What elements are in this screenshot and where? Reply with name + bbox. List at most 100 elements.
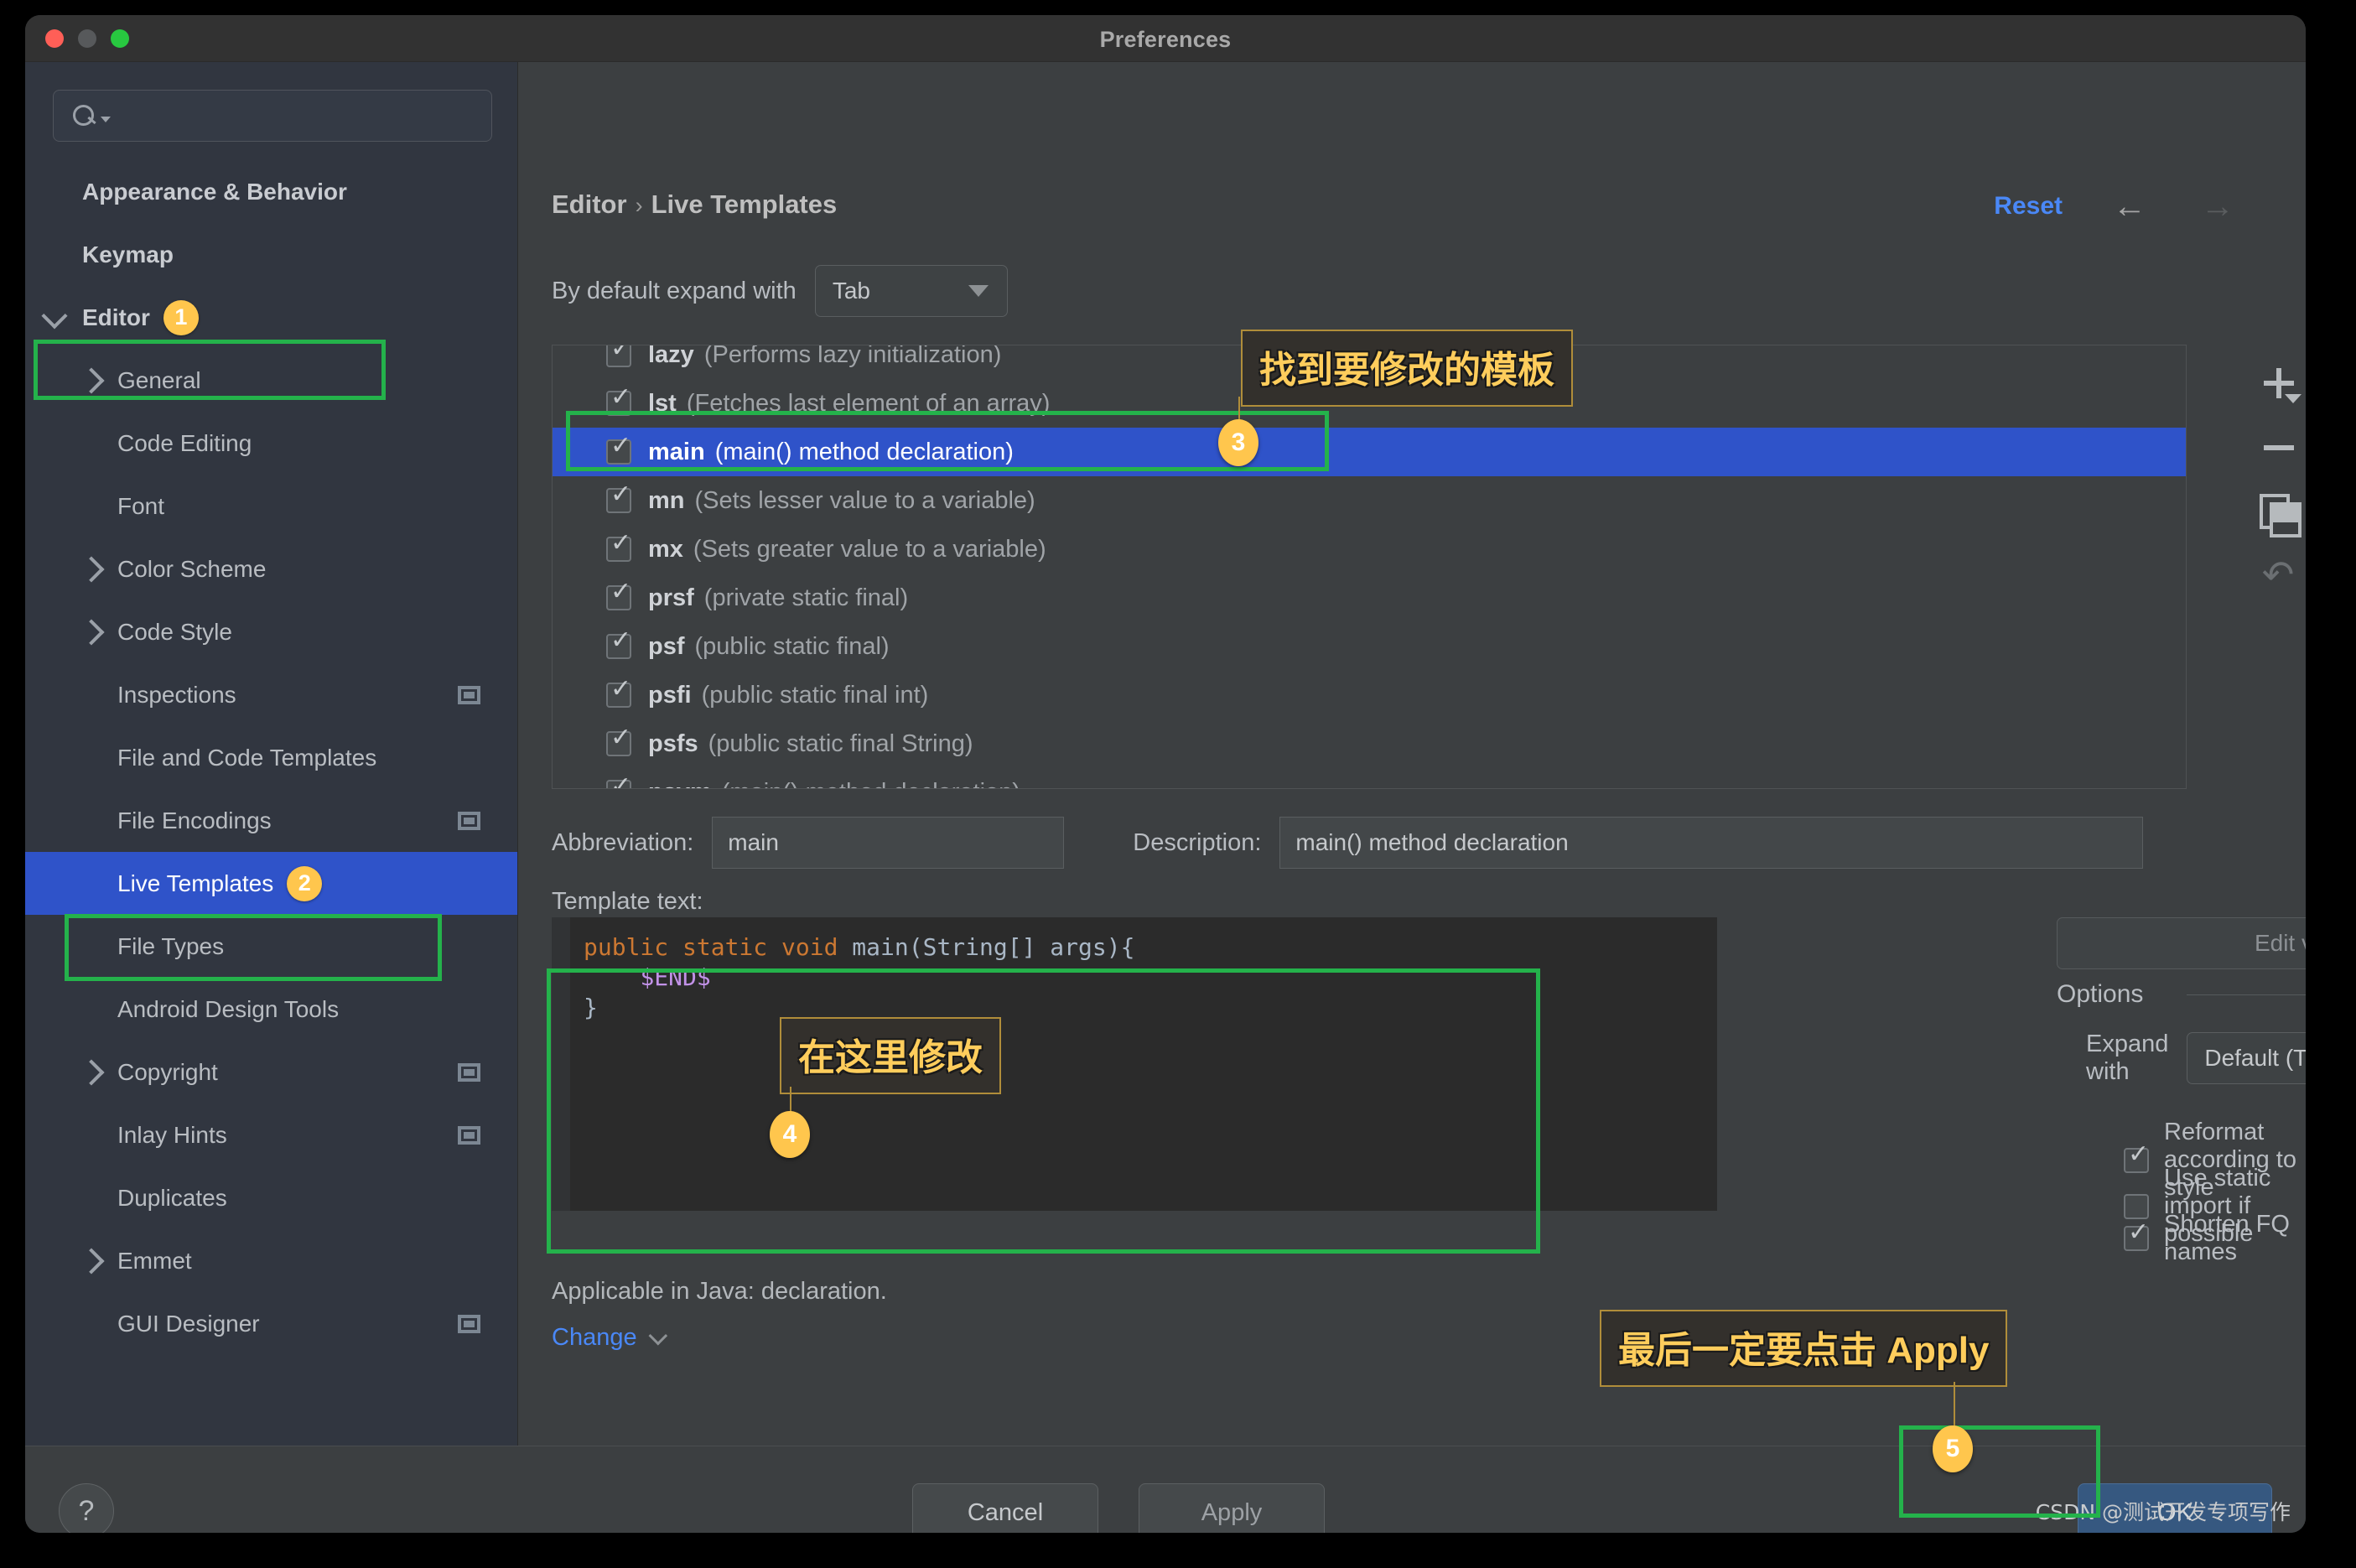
chevron-down-icon[interactable] — [41, 302, 68, 329]
checkbox-icon[interactable] — [2124, 1220, 2149, 1251]
cancel-button[interactable]: Cancel — [912, 1483, 1098, 1533]
template-row[interactable]: psfi (public static final int) — [553, 671, 2186, 719]
code-signature: main(String[] args){ — [852, 933, 1135, 961]
sidebar-item-label: Appearance & Behavior — [82, 178, 347, 205]
checkbox-icon[interactable] — [606, 531, 631, 562]
search-icon — [70, 101, 99, 130]
help-button[interactable]: ? — [59, 1483, 114, 1533]
settings-main-panel: Editor › Live Templates Reset ← → By defau… — [518, 62, 2306, 1446]
sidebar-item-code-style[interactable]: Code Style — [25, 600, 517, 663]
chevron-right-icon[interactable] — [78, 366, 105, 394]
sidebar-item-keymap[interactable]: Keymap — [25, 223, 517, 286]
reset-link[interactable]: Reset — [1994, 192, 2063, 221]
checkbox-icon[interactable] — [606, 579, 631, 610]
breadcrumb-root[interactable]: Editor — [552, 190, 627, 219]
template-description: (Fetches last element of an array) — [686, 389, 1051, 417]
template-description: (public static final String) — [708, 729, 973, 757]
template-description: (main() method declaration) — [722, 779, 1020, 789]
search-input[interactable] — [111, 103, 491, 128]
checkbox-icon[interactable] — [606, 774, 631, 788]
sidebar-item-label: Code Editing — [117, 429, 252, 456]
sidebar-item-duplicates[interactable]: Duplicates — [25, 1166, 517, 1229]
sidebar-item-label: Inspections — [117, 681, 236, 708]
checkbox-icon[interactable] — [606, 434, 631, 465]
abbreviation-input[interactable]: main — [712, 817, 1065, 869]
chevron-right-icon[interactable] — [78, 555, 105, 583]
sidebar-item-font[interactable]: Font — [25, 475, 517, 537]
add-icon[interactable] — [2253, 360, 2303, 408]
chevron-right-icon[interactable] — [78, 1247, 105, 1275]
sidebar-item-file-types[interactable]: File Types — [25, 915, 517, 978]
template-abbreviation: psfi — [648, 681, 692, 709]
sidebar-item-copyright[interactable]: Copyright — [25, 1041, 517, 1103]
abbreviation-label: Abbreviation: — [552, 828, 694, 856]
chevron-right-icon[interactable] — [78, 618, 105, 646]
template-code[interactable]: public static void main(String[] args){ … — [570, 917, 1717, 1211]
default-expand-label: By default expand with — [552, 277, 797, 304]
editor-gutter — [552, 917, 570, 1211]
sidebar-item-android-design-tools[interactable]: Android Design Tools — [25, 978, 517, 1041]
sidebar-item-gui-designer[interactable]: GUI Designer — [25, 1292, 517, 1355]
sidebar-item-inspections[interactable]: Inspections — [25, 663, 517, 726]
sidebar-item-color-scheme[interactable]: Color Scheme — [25, 537, 517, 600]
change-context-link[interactable]: Change — [552, 1324, 667, 1352]
template-row[interactable]: psvm (main() method declaration) — [553, 768, 2186, 789]
project-scope-icon — [458, 811, 480, 830]
apply-button[interactable]: Apply — [1139, 1483, 1325, 1533]
checkbox-icon[interactable] — [606, 482, 631, 513]
sidebar-item-emmet[interactable]: Emmet — [25, 1229, 517, 1292]
settings-search[interactable] — [53, 90, 492, 142]
sidebar-item-code-editing[interactable]: Code Editing — [25, 412, 517, 475]
default-expand-select[interactable]: Tab — [814, 265, 1008, 317]
description-input[interactable]: main() method declaration — [1279, 817, 2144, 869]
template-row[interactable]: psfs (public static final String) — [553, 719, 2186, 768]
template-row[interactable]: prsf (private static final) — [553, 574, 2186, 622]
sidebar-item-general[interactable]: General — [25, 349, 517, 412]
sidebar-item-live-templates[interactable]: Live Templates 2 — [25, 852, 517, 915]
checkbox-icon[interactable] — [606, 345, 631, 367]
template-row[interactable]: mn (Sets lesser value to a variable) — [553, 476, 2186, 525]
forward-arrow-icon[interactable]: → — [2201, 190, 2234, 223]
checkbox-icon[interactable] — [606, 385, 631, 416]
shorten-fq-checkbox-row[interactable]: Shorten FQ names — [2124, 1211, 2306, 1266]
template-abbreviation: psvm — [648, 779, 712, 789]
sidebar-item-label: Code Style — [117, 618, 232, 645]
description-label: Description: — [1133, 828, 1262, 856]
sidebar-item-appearance-behavior[interactable]: Appearance & Behavior — [25, 160, 517, 223]
expand-with-row: Expand with Default (Tab) — [2086, 1031, 2306, 1086]
template-text-editor[interactable]: public static void main(String[] args){ … — [552, 917, 1717, 1211]
revert-icon[interactable]: ↶ — [2253, 551, 2303, 600]
back-arrow-icon[interactable]: ← — [2113, 190, 2146, 223]
code-closing-brace: } — [584, 993, 598, 1021]
edit-variables-button[interactable]: Edit variables — [2057, 917, 2306, 969]
watermark: CSDN @测试开发专项写作 — [2035, 1500, 2291, 1524]
expand-with-select[interactable]: Default (Tab) — [2187, 1032, 2306, 1084]
checkbox-icon[interactable] — [606, 677, 631, 708]
template-row[interactable]: mx (Sets greater value to a variable) — [553, 525, 2186, 574]
remove-icon[interactable] — [2253, 423, 2303, 472]
sidebar-item-file-and-code-templates[interactable]: File and Code Templates — [25, 726, 517, 789]
options-section-title: Options — [2057, 980, 2144, 1008]
chevron-down-icon — [968, 285, 989, 297]
step-marker-2: 2 — [287, 865, 323, 901]
sidebar-item-file-encodings[interactable]: File Encodings — [25, 789, 517, 852]
step-marker-3: 3 — [1218, 419, 1258, 466]
sidebar-item-editor[interactable]: Editor 1 — [25, 286, 517, 349]
description-value: main() method declaration — [1295, 829, 1569, 855]
chevron-right-icon[interactable] — [78, 1058, 105, 1086]
live-templates-list[interactable]: lazy (Performs lazy initialization) lst (Fe… — [552, 345, 2187, 789]
template-row[interactable]: psf (public static final) — [553, 622, 2186, 671]
checkbox-icon[interactable] — [606, 725, 631, 756]
sidebar-item-label: Emmet — [117, 1247, 192, 1274]
duplicate-icon[interactable] — [2253, 487, 2303, 537]
window-titlebar: Preferences — [25, 15, 2306, 62]
chevron-down-icon — [648, 1326, 667, 1345]
sidebar-item-label: Editor — [82, 304, 150, 330]
code-end-variable: $END$ — [640, 963, 711, 991]
sidebar-item-inlay-hints[interactable]: Inlay Hints — [25, 1103, 517, 1166]
sidebar-nav: Appearance & Behavior Keymap Editor 1 Genera… — [25, 160, 517, 1355]
template-row[interactable]: main (main() method declaration) — [553, 428, 2186, 476]
template-abbreviation: mn — [648, 486, 685, 514]
options-divider — [2187, 994, 2306, 995]
checkbox-icon[interactable] — [606, 628, 631, 659]
